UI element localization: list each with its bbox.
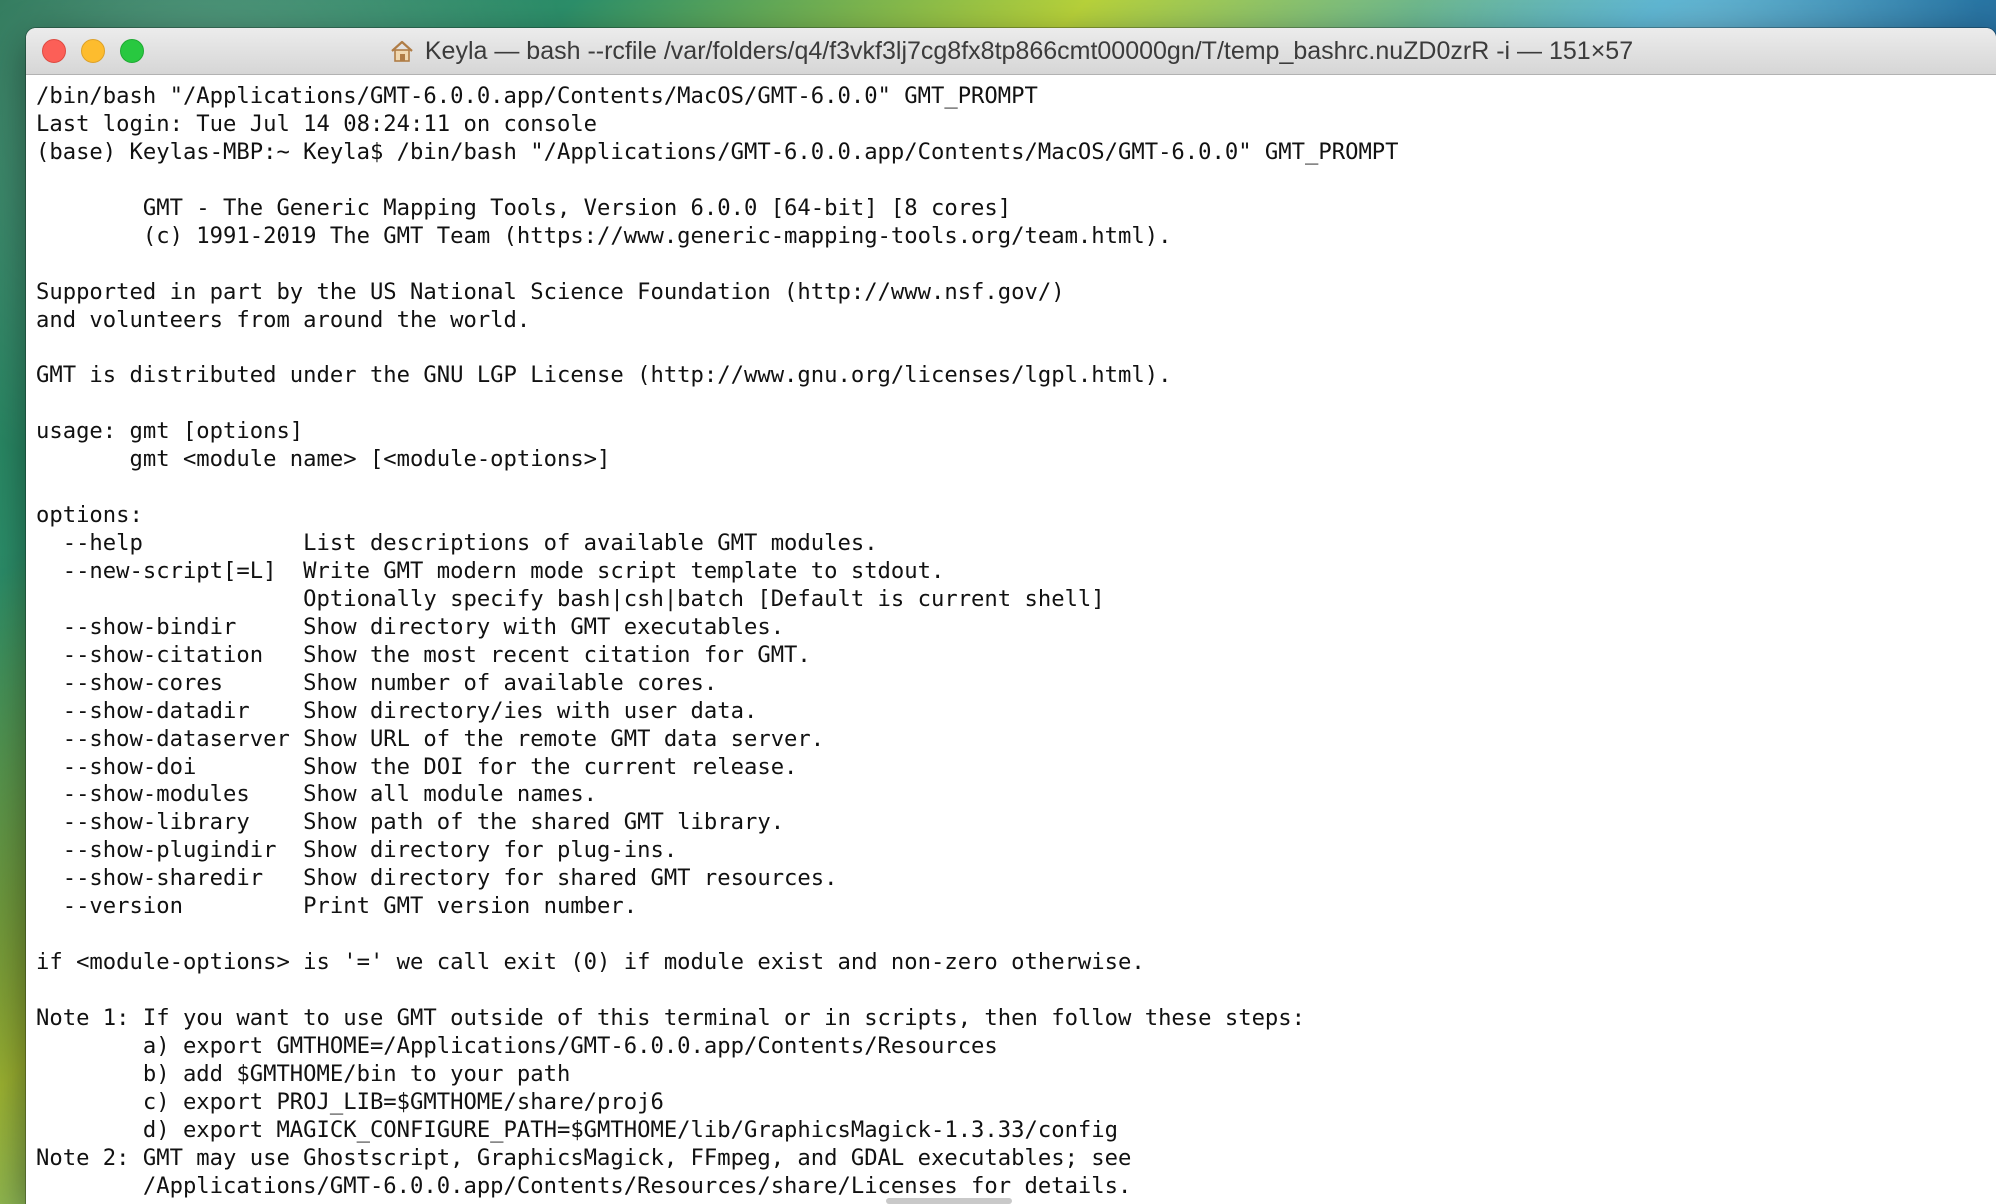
close-button[interactable]: [42, 39, 66, 63]
terminal-line: --show-citation Show the most recent cit…: [36, 641, 811, 668]
terminal-line: --show-bindir Show directory with GMT ex…: [36, 613, 785, 640]
terminal-line: a) export GMTHOME=/Applications/GMT-6.0.…: [36, 1032, 998, 1059]
terminal-line: Optionally specify bash|csh|batch [Defau…: [36, 585, 1105, 612]
minimize-button[interactable]: [81, 39, 105, 63]
window-titlebar[interactable]: Keyla — bash --rcfile /var/folders/q4/f3…: [26, 28, 1996, 75]
terminal-line: (c) 1991-2019 The GMT Team (https://www.…: [36, 222, 1172, 249]
terminal-line: --show-plugindir Show directory for plug…: [36, 837, 678, 864]
terminal-output[interactable]: /bin/bash "/Applications/GMT-6.0.0.app/C…: [26, 75, 1996, 1204]
zoom-button[interactable]: [120, 39, 144, 63]
home-icon: [389, 38, 415, 64]
terminal-line: --show-doi Show the DOI for the current …: [36, 753, 798, 780]
terminal-line: gmt <module name> [<module-options>]: [36, 446, 611, 473]
terminal-line: --show-datadir Show directory/ies with u…: [36, 697, 758, 724]
terminal-line: Supported in part by the US National Sci…: [36, 278, 1065, 305]
window-title: Keyla — bash --rcfile /var/folders/q4/f3…: [424, 36, 1634, 65]
terminal-line: --show-modules Show all module names.: [36, 781, 598, 808]
terminal-line: --show-cores Show number of available co…: [36, 669, 718, 696]
terminal-line: c) export PROJ_LIB=$GMTHOME/share/proj6: [36, 1088, 664, 1115]
terminal-line: --help List descriptions of available GM…: [36, 530, 878, 556]
terminal-line: Note 2: GMT may use Ghostscript, Graphic…: [36, 1144, 1132, 1171]
window-controls: [42, 39, 144, 63]
terminal-line: if <module-options> is '=' we call exit …: [36, 949, 1145, 976]
terminal-line: (base) Keylas-MBP:~ Keyla$ /bin/bash "/A…: [36, 138, 1399, 165]
terminal-line: and volunteers from around the world.: [36, 306, 531, 333]
terminal-line: GMT - The Generic Mapping Tools, Version…: [36, 194, 1012, 221]
terminal-window[interactable]: Keyla — bash --rcfile /var/folders/q4/f3…: [26, 28, 1996, 1204]
terminal-line: --show-sharedir Show directory for share…: [36, 865, 838, 892]
window-title-group: Keyla — bash --rcfile /var/folders/q4/f3…: [389, 37, 1633, 66]
terminal-line: --show-dataserver Show URL of the remote…: [36, 725, 825, 752]
terminal-line: GMT is distributed under the GNU LGP Lic…: [36, 362, 1172, 389]
terminal-line: /Applications/GMT-6.0.0.app/Contents/Res…: [36, 1172, 1132, 1199]
terminal-line: Note 1: If you want to use GMT outside o…: [36, 1004, 1306, 1031]
terminal-line: d) export MAGICK_CONFIGURE_PATH=$GMTHOME…: [36, 1116, 1118, 1143]
terminal-line: options:: [36, 502, 143, 529]
terminal-line: b) add $GMTHOME/bin to your path: [36, 1060, 571, 1087]
terminal-line: /bin/bash "/Applications/GMT-6.0.0.app/C…: [36, 83, 1038, 109]
terminal-line: --show-library Show path of the shared G…: [36, 809, 785, 836]
terminal-line: usage: gmt [options]: [36, 418, 304, 445]
terminal-line: Last login: Tue Jul 14 08:24:11 on conso…: [36, 110, 598, 137]
terminal-line: --version Print GMT version number.: [36, 893, 638, 920]
terminal-line: --new-script[=L] Write GMT modern mode s…: [36, 557, 945, 584]
scroll-indicator[interactable]: [886, 1198, 1012, 1204]
